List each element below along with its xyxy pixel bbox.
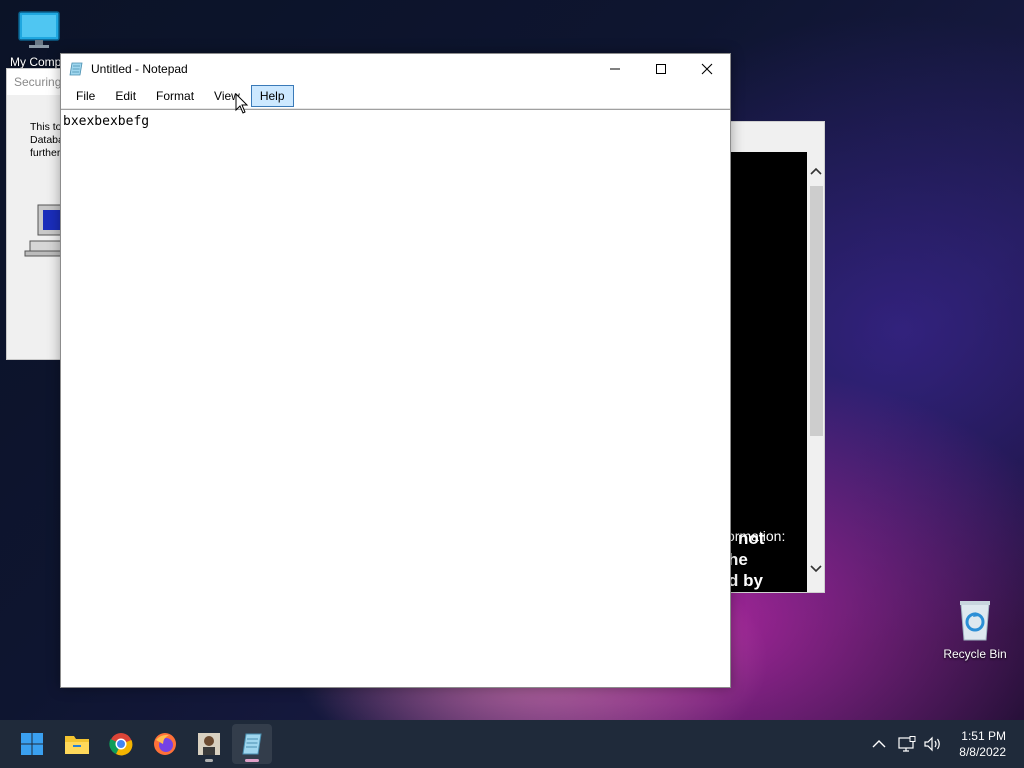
- menu-format[interactable]: Format: [147, 85, 203, 107]
- text-editor[interactable]: bxexbexbefg: [61, 109, 730, 687]
- taskbar-chrome[interactable]: [101, 724, 141, 764]
- maximize-button[interactable]: [638, 54, 684, 84]
- network-icon: [898, 736, 916, 752]
- system-clock[interactable]: 1:51 PM 8/8/2022: [959, 728, 1006, 760]
- menu-bar: File Edit Format View Help: [61, 84, 730, 109]
- menu-file[interactable]: File: [67, 85, 104, 107]
- recycle-bin-icon: [960, 601, 990, 641]
- vertical-scrollbar[interactable]: [808, 152, 824, 592]
- start-icon: [21, 733, 43, 755]
- terminal-line: not: [738, 529, 765, 548]
- chevron-up-icon: [872, 740, 886, 748]
- firefox-icon: [154, 733, 176, 755]
- volume-button[interactable]: [920, 720, 946, 768]
- background-window-left[interactable]: Securing This to Databa further: [6, 68, 68, 360]
- window-title: Securing: [7, 69, 67, 95]
- taskbar-notepad[interactable]: [232, 724, 272, 764]
- terminal-line: he: [730, 550, 748, 569]
- window-title: Untitled - Notepad: [91, 62, 188, 76]
- menu-help[interactable]: Help: [250, 85, 294, 107]
- scrollbar-thumb[interactable]: [810, 186, 823, 436]
- background-window-right[interactable]: ormation: not he d by: [729, 121, 825, 593]
- taskbar-firefox[interactable]: [145, 724, 185, 764]
- close-icon: [701, 63, 713, 75]
- taskbar-user-app[interactable]: [189, 724, 229, 764]
- chrome-icon: [109, 733, 133, 756]
- terminal-area: ormation: not he d by: [730, 152, 807, 592]
- notepad-window[interactable]: Untitled - Notepad File Edit Format View…: [60, 53, 731, 688]
- clock-date: 8/8/2022: [959, 745, 1006, 759]
- menu-edit[interactable]: Edit: [106, 85, 145, 107]
- user-app-icon: [198, 733, 220, 755]
- minimize-icon: [610, 68, 620, 70]
- mouse-cursor-icon: [235, 93, 249, 114]
- minimize-button[interactable]: [592, 54, 638, 84]
- desktop-icon-recycle-bin[interactable]: Recycle Bin: [937, 598, 1013, 661]
- notepad-icon: [242, 733, 262, 755]
- file-explorer-icon: [65, 736, 89, 754]
- computer-icon: [24, 204, 64, 257]
- title-bar[interactable]: Untitled - Notepad: [61, 54, 730, 84]
- start-button[interactable]: [12, 724, 52, 764]
- taskbar: 1:51 PM 8/8/2022: [0, 720, 1024, 768]
- notepad-icon: [69, 62, 83, 76]
- tray-overflow-button[interactable]: [866, 720, 892, 768]
- monitor-icon: [18, 11, 60, 48]
- desktop-icon-label: Recycle Bin: [943, 647, 1007, 661]
- editor-content: bxexbexbefg: [63, 114, 150, 129]
- volume-icon: [924, 736, 940, 752]
- scroll-down-icon[interactable]: [810, 564, 822, 574]
- network-button[interactable]: [894, 720, 920, 768]
- taskbar-file-explorer[interactable]: [57, 724, 97, 764]
- clock-time: 1:51 PM: [961, 729, 1006, 743]
- terminal-line: d by: [730, 571, 763, 590]
- close-button[interactable]: [684, 54, 730, 84]
- scroll-up-icon[interactable]: [810, 166, 822, 176]
- maximize-icon: [656, 64, 666, 74]
